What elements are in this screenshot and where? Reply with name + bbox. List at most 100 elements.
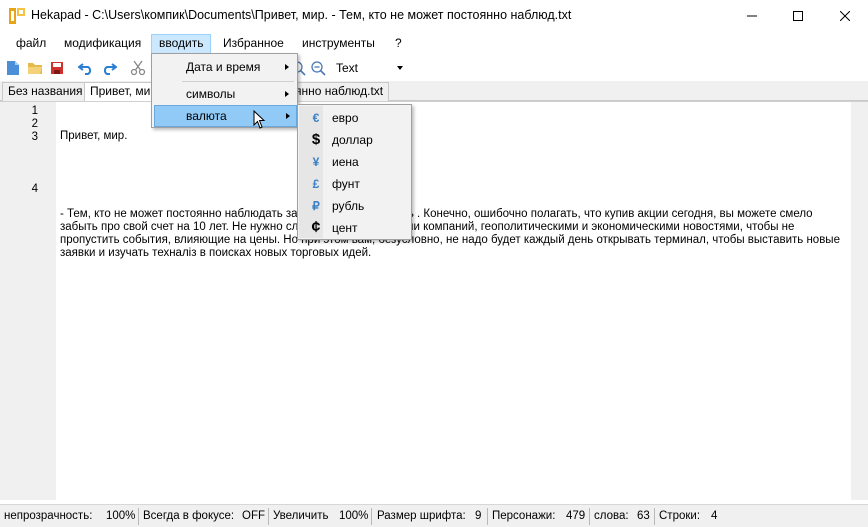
minimize-icon (747, 15, 757, 16)
euro-icon: € (312, 111, 320, 125)
font-select[interactable]: Text (333, 59, 407, 77)
editor[interactable]: 1 2 3 4 Привет, мир. - Тем, кто не может… (0, 101, 868, 500)
redo-button[interactable] (99, 58, 119, 78)
redo-icon (103, 63, 117, 75)
hekapad-logo-icon (9, 8, 25, 24)
line-number: 4 (31, 183, 38, 195)
status-divider (487, 508, 488, 525)
text-line: - Тем, кто не может постоянно наблюдать … (60, 208, 844, 259)
yen-icon: ¥ (312, 155, 320, 169)
menu-insert[interactable]: вводить (151, 34, 212, 54)
title-bar: Hekapad - C:\Users\компик\Documents\Прив… (0, 0, 868, 31)
new-file-button[interactable] (3, 58, 23, 78)
menu-item-label: цент (332, 221, 358, 235)
menu-item-dollar[interactable]: $ доллар (300, 129, 409, 151)
menu-item-euro[interactable]: € евро (300, 107, 409, 129)
undo-button[interactable] (76, 58, 96, 78)
status-divider (589, 508, 590, 525)
lines-label: Строки: (659, 510, 701, 522)
window-title: Hekapad - C:\Users\компик\Documents\Прив… (31, 8, 572, 22)
vertical-scrollbar[interactable] (851, 102, 868, 500)
characters-value: 479 (566, 510, 586, 522)
save-button[interactable] (47, 58, 67, 78)
undo-icon (78, 63, 92, 75)
chevron-right-icon (286, 113, 290, 119)
menu-file[interactable]: файл (9, 34, 53, 54)
pound-icon: £ (312, 177, 320, 191)
close-button[interactable] (822, 0, 868, 31)
tab-current-file-tail[interactable]: янно наблюд.txt (290, 82, 390, 101)
mouse-cursor-icon (253, 110, 266, 129)
tab-current-file[interactable]: Привет, мир (84, 82, 156, 102)
status-bar: непрозрачность: 100% Всегда в фокусе: OF… (0, 504, 868, 527)
menu-item-label: символы (186, 87, 236, 101)
scissors-icon (130, 60, 146, 76)
characters-label: Персонажи: (492, 510, 556, 522)
chevron-right-icon (285, 91, 289, 97)
folder-open-icon (28, 63, 42, 74)
menu-item-label: евро (332, 111, 359, 125)
font-select-value: Text (336, 61, 359, 75)
menu-item-currency[interactable]: валюта (154, 105, 297, 127)
menu-item-label: Дата и время (186, 60, 261, 74)
status-divider (371, 508, 372, 525)
menu-item-cent[interactable]: ¢ цент (300, 217, 409, 239)
text-line (60, 286, 850, 299)
text-line: Привет, мир. (60, 130, 128, 142)
menu-item-label: иена (332, 155, 359, 169)
toolbar (0, 55, 868, 81)
menu-edit[interactable]: модификация (57, 34, 148, 54)
menu-item-ruble[interactable]: ₽ рубль (300, 195, 409, 217)
maximize-button[interactable] (775, 0, 821, 31)
font-size-value[interactable]: 9 (475, 510, 481, 522)
cent-icon: ¢ (311, 219, 321, 236)
menu-item-pound[interactable]: £ фунт (300, 173, 409, 195)
zoom-out-button[interactable] (308, 58, 328, 78)
currency-submenu: € евро $ доллар ¥ иена £ фунт ₽ рубль ¢ … (297, 104, 412, 240)
opacity-value[interactable]: 100% (106, 510, 135, 522)
menu-item-label: доллар (332, 133, 373, 147)
status-divider (138, 508, 139, 525)
status-divider (654, 508, 655, 525)
words-value: 63 (637, 510, 650, 522)
text-line (60, 169, 850, 182)
menu-item-symbols[interactable]: символы (154, 83, 295, 105)
menu-separator (182, 81, 294, 82)
save-icon (51, 62, 63, 74)
new-file-icon (7, 61, 19, 75)
ruble-icon: ₽ (312, 199, 320, 213)
line-number-gutter: 1 2 3 4 (0, 102, 56, 500)
menu-help[interactable]: ? (388, 34, 409, 54)
minimize-button[interactable] (729, 0, 775, 31)
menu-item-date-time[interactable]: Дата и время (154, 56, 295, 78)
menu-favorites[interactable]: Избранное (216, 34, 291, 54)
chevron-right-icon (285, 64, 289, 70)
line-number: 2 (31, 118, 38, 130)
close-icon (840, 10, 850, 21)
menu-item-label: фунт (332, 177, 360, 191)
insert-menu: Дата и время символы валюта (151, 53, 298, 128)
status-divider (268, 508, 269, 525)
menu-tools[interactable]: инструменты (295, 34, 382, 54)
always-on-top-value[interactable]: OFF (242, 510, 265, 522)
opacity-label: непрозрачность: (4, 510, 93, 522)
menu-item-label: валюта (186, 109, 227, 123)
zoom-label: Увеличить (273, 510, 329, 522)
tab-untitled[interactable]: Без названия (2, 82, 89, 101)
always-on-top-label: Всегда в фокусе: (143, 510, 235, 522)
text-content[interactable]: Привет, мир. - Тем, кто не может постоян… (60, 104, 850, 325)
zoom-out-icon (311, 61, 326, 76)
tab-strip: Без названия Привет, мир янно наблюд.txt (0, 81, 868, 102)
open-file-button[interactable] (25, 58, 45, 78)
dollar-icon: $ (311, 131, 321, 148)
line-number: 1 (31, 105, 38, 117)
lines-value: 4 (711, 510, 718, 522)
zoom-value[interactable]: 100% (339, 510, 368, 522)
maximize-icon (793, 10, 803, 21)
line-number: 3 (31, 131, 38, 143)
words-label: слова: (594, 510, 629, 522)
cut-button[interactable] (128, 58, 148, 78)
menu-item-label: рубль (332, 199, 365, 213)
menu-item-yen[interactable]: ¥ иена (300, 151, 409, 173)
menu-bar: файл модификация вводить Избранное инстр… (0, 31, 868, 55)
